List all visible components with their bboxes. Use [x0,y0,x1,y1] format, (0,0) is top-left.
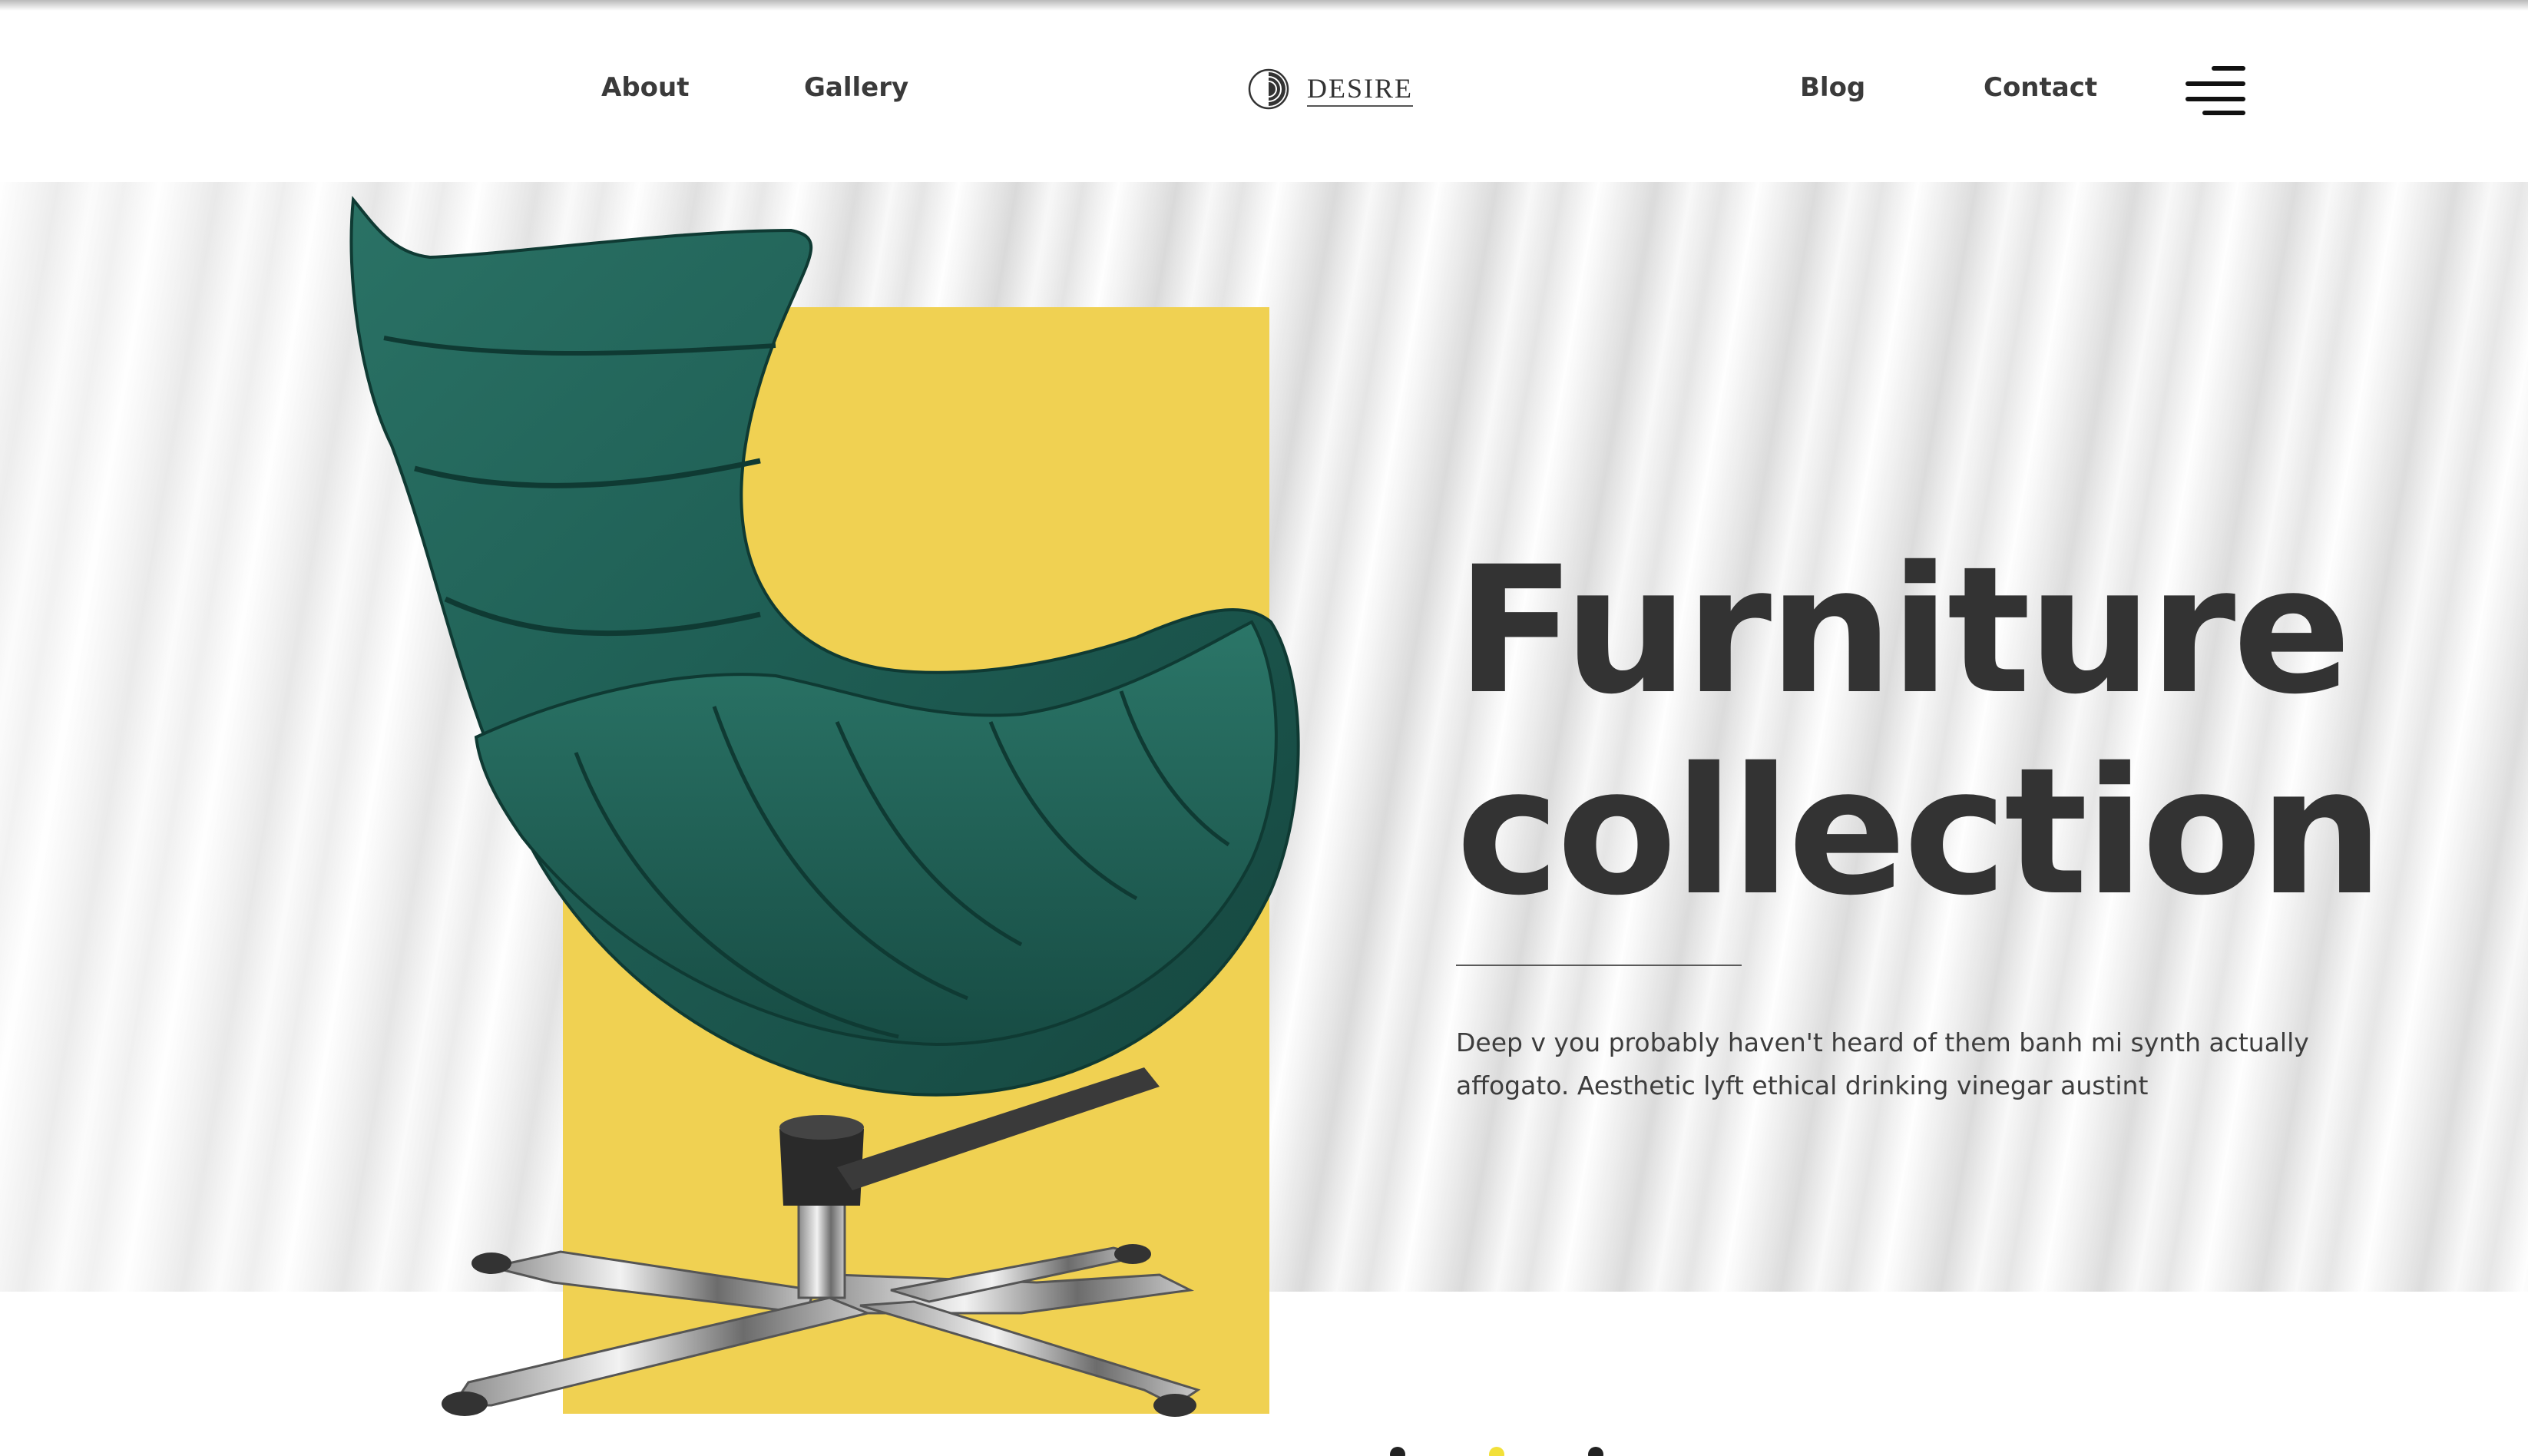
logo-text: DESIRE [1307,71,1413,107]
hero-description: Deep v you probably haven't heard of the… [1456,1027,2309,1100]
hero-title-line-1: Furniture [1456,528,2351,733]
top-shadow [0,0,2528,11]
slider-dot-1[interactable] [1390,1447,1405,1456]
page: About Gallery DESIRE Blog Contact Furnit… [0,0,2528,1456]
slider-dot-3[interactable] [1588,1447,1603,1456]
menu-line-middle [2186,81,2245,86]
menu-line-bottom [2202,111,2245,115]
lounge-chair-image [349,196,1300,1417]
nav-link-contact[interactable]: Contact [1984,72,2097,103]
site-header: About Gallery DESIRE Blog Contact [0,0,2528,182]
menu-line-top [2212,66,2245,71]
hero-title: Furniture collection [1456,528,2384,934]
menu-line-lower [2186,97,2245,101]
hero-title-line-2: collection [1456,730,2384,934]
slider-dots [0,1444,2528,1456]
slider-dot-2-active[interactable] [1489,1447,1504,1456]
site-logo[interactable]: DESIRE [1247,65,1413,114]
nav-link-blog[interactable]: Blog [1800,72,1865,103]
nav-link-gallery[interactable]: Gallery [804,72,908,103]
hamburger-menu-icon[interactable] [2186,65,2245,115]
half-circle-logo-icon [1248,68,1289,110]
nav-link-about[interactable]: About [601,72,689,103]
hero-divider [1456,965,1742,966]
